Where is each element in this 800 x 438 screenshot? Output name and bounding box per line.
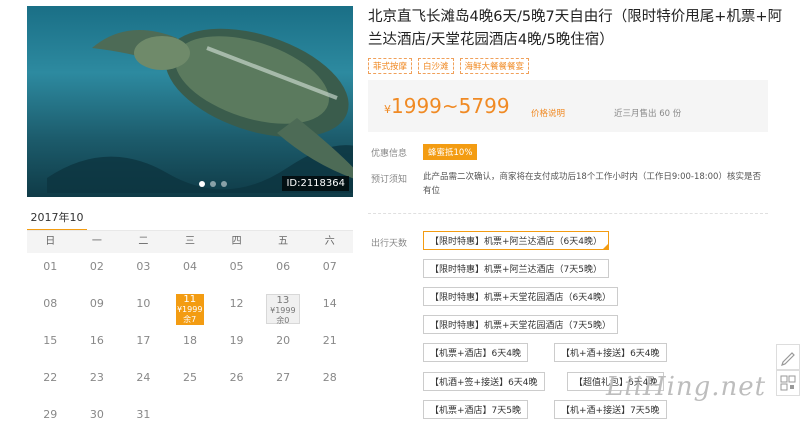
calendar-day[interactable]: 13 ¥1999 余0 <box>260 290 307 327</box>
day-price: ¥1999 <box>176 305 203 314</box>
calendar-day[interactable]: 03 <box>120 253 167 290</box>
calendar-day[interactable]: 08 <box>27 290 74 327</box>
product-tags: 菲式按摩 白沙滩 海鲜大餐餐餐宴 <box>368 58 530 74</box>
feedback-button[interactable] <box>776 344 800 370</box>
calendar-day[interactable]: 01 <box>27 253 74 290</box>
sea-turtle-image <box>47 28 353 193</box>
calendar-day[interactable]: 23 <box>74 364 121 401</box>
calendar-day[interactable]: 15 <box>27 327 74 364</box>
calendar-day[interactable]: 24 <box>120 364 167 401</box>
calendar-day[interactable]: 18 <box>167 327 214 364</box>
weekday-label: 六 <box>324 236 335 247</box>
photo-id-label: ID:2118364 <box>282 176 349 191</box>
soldout-day-box[interactable]: 13 ¥1999 余0 <box>265 294 300 325</box>
calendar-day[interactable]: 10 <box>120 290 167 327</box>
package-option[interactable]: 【限时特惠】机票+阿兰达酒店（6天4晚） <box>423 231 609 250</box>
qr-code-button[interactable] <box>776 370 800 396</box>
package-option-label: 【限时特惠】机票+阿兰达酒店（7天5晚） <box>430 265 602 275</box>
day-number: 13 <box>276 295 290 306</box>
discount-label: 优惠信息 <box>371 149 408 159</box>
product-photo[interactable]: ID:2118364 <box>27 6 353 197</box>
calendar-day[interactable]: 12 <box>213 290 260 327</box>
weekday-label: 二 <box>138 236 149 247</box>
day-number: 11 <box>183 294 197 305</box>
currency-symbol: ¥ <box>384 103 391 116</box>
selected-corner-icon <box>602 243 609 250</box>
weekday-label: 四 <box>231 236 242 247</box>
days-label: 出行天数 <box>371 239 408 249</box>
day-stock: 余7 <box>183 315 197 324</box>
price-value: 1999~5799 <box>391 94 510 118</box>
calendar-day[interactable]: 04 <box>167 253 214 290</box>
package-option-label: 【限时特惠】机票+阿兰达酒店（6天4晚） <box>430 237 602 247</box>
calendar-day[interactable]: 21 <box>306 327 353 364</box>
calendar: 日一二三四五六 01 02 03 04 05 06 07 08 09 10 11 ¥1999 余7 12 1… <box>27 230 353 438</box>
calendar-grid: 01 02 03 04 05 06 07 08 09 10 11 ¥1999 余7 12 13 ¥1999 余0… <box>27 253 353 438</box>
calendar-day[interactable]: 22 <box>27 364 74 401</box>
package-option-label: 【限时特惠】机票+天堂花园酒店（7天5晚） <box>430 321 611 331</box>
calendar-day[interactable]: 17 <box>120 327 167 364</box>
sold-count: 近三月售出 60 份 <box>614 109 682 119</box>
calendar-day[interactable]: 19 <box>213 327 260 364</box>
calendar-day[interactable]: 28 <box>306 364 353 401</box>
carousel-dots[interactable] <box>199 181 227 187</box>
section-divider <box>368 213 768 214</box>
price-note-link[interactable]: 价格说明 <box>531 107 565 119</box>
calendar-day[interactable]: 14 <box>306 290 353 327</box>
price-range: ¥1999~5799 <box>384 94 510 118</box>
calendar-day[interactable]: 09 <box>74 290 121 327</box>
calendar-day[interactable]: 07 <box>306 253 353 290</box>
calendar-day[interactable]: 05 <box>213 253 260 290</box>
notice-text: 此产品需二次确认，商家将在支付成功后18个工作小时内（工作日9:00-18:00… <box>423 172 761 196</box>
feature-tag: 菲式按摩 <box>368 58 413 74</box>
package-option[interactable]: 【机+酒+接送】6天4晚 <box>554 343 667 362</box>
feature-tag: 白沙滩 <box>418 58 454 74</box>
package-option[interactable]: 【限时特惠】机票+天堂花园酒店（6天4晚） <box>423 287 618 306</box>
package-option[interactable]: 【机票+酒店】6天4晚 <box>423 343 528 362</box>
carousel-dot[interactable] <box>221 181 227 187</box>
calendar-day[interactable]: 02 <box>74 253 121 290</box>
price-panel: ¥1999~5799 价格说明 近三月售出 60 份 <box>368 80 768 132</box>
weekday-label: 五 <box>278 236 289 247</box>
package-option-label: 【机票+酒店】6天4晚 <box>430 349 521 359</box>
package-option-label: 【机+酒+接送】7天5晚 <box>561 406 660 416</box>
package-option[interactable]: 【限时特惠】机票+天堂花园酒店（7天5晚） <box>423 315 618 334</box>
package-option[interactable]: 【限时特惠】机票+阿兰达酒店（7天5晚） <box>423 259 609 278</box>
calendar-day[interactable]: 06 <box>260 253 307 290</box>
calendar-day[interactable]: 11 ¥1999 余7 <box>167 290 214 327</box>
weekday-label: 一 <box>91 236 102 247</box>
notice-label: 预订须知 <box>371 175 408 185</box>
feature-tag: 海鲜大餐餐餐宴 <box>459 58 530 74</box>
package-option-label: 【机票+酒店】7天5晚 <box>430 406 521 416</box>
edit-icon <box>781 352 795 366</box>
watermark: LiiHing.net <box>606 372 767 402</box>
package-option-label: 【机+酒+接送】6天4晚 <box>561 349 660 359</box>
carousel-dot[interactable] <box>199 181 205 187</box>
calendar-day[interactable]: 25 <box>167 364 214 401</box>
calendar-day[interactable]: 27 <box>260 364 307 401</box>
qr-code-icon <box>780 375 796 391</box>
package-option-label: 【限时特惠】机票+天堂花园酒店（6天4晚） <box>430 293 611 303</box>
package-option[interactable]: 【机票+酒店】7天5晚 <box>423 400 528 419</box>
calendar-day[interactable]: 20 <box>260 327 307 364</box>
package-option[interactable]: 【机酒+签+接送】6天4晚 <box>423 372 545 391</box>
product-title: 北京直飞长滩岛4晚6天/5晚7天自由行（限时特价甩尾+机票+阿兰达酒店/天堂花园… <box>368 9 783 48</box>
weekday-label: 日 <box>45 236 56 247</box>
day-price: ¥1999 <box>270 306 296 315</box>
calendar-day[interactable]: 16 <box>74 327 121 364</box>
package-option-label: 【机酒+签+接送】6天4晚 <box>430 378 538 388</box>
calendar-weekday-header: 日一二三四五六 <box>27 230 353 253</box>
calendar-month-tab[interactable]: 2017年10月 <box>27 207 87 246</box>
day-stock: 余0 <box>276 316 290 325</box>
package-option[interactable]: 【机+酒+接送】7天5晚 <box>554 400 667 419</box>
weekday-label: 三 <box>184 236 195 247</box>
calendar-day[interactable]: 26 <box>213 364 260 401</box>
discount-badge: 蜂蜜抵10% <box>423 144 478 160</box>
selected-day-box[interactable]: 11 ¥1999 余7 <box>175 294 204 325</box>
carousel-dot[interactable] <box>210 181 216 187</box>
